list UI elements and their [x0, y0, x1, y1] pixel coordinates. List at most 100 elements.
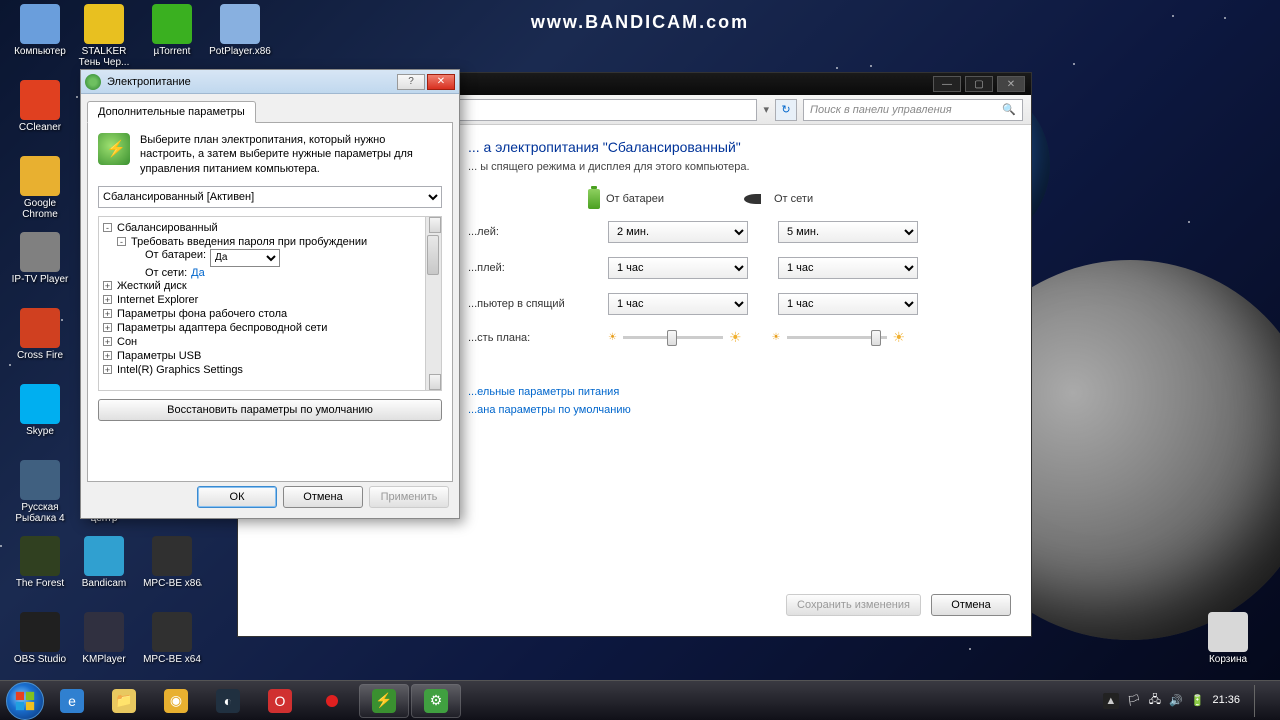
desktop-icon-mpc-be-x86[interactable]: MPC-BE x86 [140, 536, 204, 589]
desktop-icon-google-chrome[interactable]: Google Chrome [8, 156, 72, 220]
app-icon [152, 4, 192, 44]
action-center-icon[interactable]: 🏳 [1127, 694, 1141, 707]
app-icon [84, 4, 124, 44]
app-icon [20, 536, 60, 576]
brightness-label: ...сть плана: [468, 332, 598, 344]
desktop-icon-ccleaner[interactable]: CCleaner [8, 80, 72, 133]
desktop-icon-potplayer-x86[interactable]: PotPlayer.x86 [208, 4, 272, 57]
expand-toggle[interactable]: + [103, 365, 112, 374]
clock[interactable]: 21:36 [1212, 694, 1240, 707]
ok-button[interactable]: ОК [197, 486, 277, 508]
close-button[interactable]: ✕ [997, 76, 1025, 92]
tree-item[interactable]: +Жесткий диск [103, 279, 437, 293]
apply-button[interactable]: Применить [369, 486, 449, 508]
taskbar-item-ie[interactable]: e [48, 685, 96, 717]
taskbar-item-explorer[interactable]: 📁 [100, 685, 148, 717]
desktop-icon-mpc-be-x64[interactable]: MPC-BE x64 [140, 612, 204, 665]
tree-item[interactable]: +Параметры адаптера беспроводной сети [103, 321, 437, 335]
taskbar: e📁 ◉ ◐ O ⚡⚙ ▲ 🏳 🖧 🔊 🔋 21:36 [0, 680, 1280, 720]
tree-item[interactable]: -Требовать введения пароля при пробужден… [103, 235, 437, 249]
restore-defaults-button[interactable]: Восстановить параметры по умолчанию [98, 399, 442, 421]
battery-timeout-select[interactable]: 1 час [608, 257, 748, 279]
help-button[interactable]: ? [397, 74, 425, 90]
desktop-icon-русская-рыбалка-4[interactable]: Русская Рыбалка 4 [8, 460, 72, 524]
link-advanced-params[interactable]: ...ельные параметры питания [468, 386, 1011, 398]
taskbar-item-power[interactable]: ⚡ [360, 685, 408, 717]
expand-toggle[interactable]: + [103, 337, 112, 346]
app-icon: O [268, 689, 292, 713]
tree-item[interactable]: -Сбалансированный [103, 221, 437, 235]
tab-advanced-params[interactable]: Дополнительные параметры [87, 101, 256, 123]
desktop-icon-корзина[interactable]: Корзина [1196, 612, 1260, 665]
tree-value-select[interactable]: Да [210, 249, 280, 267]
desktop-icon-kmplayer[interactable]: KMPlayer [72, 612, 136, 665]
expand-toggle[interactable]: - [103, 223, 112, 232]
network-icon[interactable]: 🖧 [1149, 691, 1161, 710]
desktop-icon-bandicam[interactable]: Bandicam [72, 536, 136, 589]
taskbar-item-chrome[interactable]: ◉ [152, 685, 200, 717]
tree-item[interactable]: +Intel(R) Graphics Settings [103, 363, 437, 377]
cancel-button[interactable]: Отмена [931, 594, 1011, 616]
tree-item[interactable]: +Сон [103, 335, 437, 349]
expand-toggle[interactable]: + [103, 351, 112, 360]
taskbar-item-steam[interactable]: ◐ [204, 685, 252, 717]
expand-toggle[interactable]: - [117, 237, 126, 246]
expand-toggle[interactable]: + [103, 281, 112, 290]
brightness-slider-battery[interactable]: ☀ ☀ [608, 329, 742, 346]
power-plan-select[interactable]: Сбалансированный [Активен] [98, 186, 442, 208]
app-icon [20, 4, 60, 44]
dlg-title: Электропитание [107, 76, 391, 88]
desktop-icon-stalker-тень-чер-[interactable]: STALKER Тень Чер... [72, 4, 136, 68]
brightness-slider-ac[interactable]: ☀ ☀ [772, 329, 906, 346]
app-icon [20, 384, 60, 424]
dlg-titlebar[interactable]: Электропитание ? ✕ [81, 70, 459, 94]
desktop-icon-skype[interactable]: Skype [8, 384, 72, 437]
tree-item[interactable]: +Internet Explorer [103, 293, 437, 307]
settings-tree[interactable]: -Сбалансированный-Требовать введения пар… [98, 216, 442, 391]
refresh-button[interactable]: ↻ [775, 99, 797, 121]
start-button[interactable] [6, 682, 44, 720]
app-icon [220, 4, 260, 44]
app-icon [20, 308, 60, 348]
battery-icon [588, 189, 600, 209]
app-icon [20, 80, 60, 120]
desktop-icon--torrent[interactable]: µTorrent [140, 4, 204, 57]
taskbar-item-options[interactable]: ⚙ [412, 685, 460, 717]
sun-small-icon: ☀ [772, 332, 781, 343]
search-input[interactable]: Поиск в панели управления 🔍 [803, 99, 1023, 121]
system-tray[interactable]: ▲ 🏳 🖧 🔊 🔋 21:36 [1095, 685, 1274, 717]
expand-toggle[interactable]: + [103, 295, 112, 304]
tree-value-link[interactable]: Да [191, 267, 205, 279]
expand-toggle[interactable]: + [103, 309, 112, 318]
volume-icon[interactable]: 🔊 [1169, 694, 1183, 707]
ac-timeout-select[interactable]: 1 час [778, 293, 918, 315]
app-icon [84, 612, 124, 652]
cancel-button[interactable]: Отмена [283, 486, 363, 508]
show-desktop-button[interactable] [1254, 685, 1266, 717]
battery-timeout-select[interactable]: 1 час [608, 293, 748, 315]
battery-tray-icon[interactable]: 🔋 [1191, 694, 1205, 707]
desktop-icon-the-forest[interactable]: The Forest [8, 536, 72, 589]
desktop-icon-компьютер[interactable]: Компьютер [8, 4, 72, 57]
scrollbar[interactable] [425, 217, 441, 390]
taskbar-item-bandicam[interactable] [308, 685, 356, 717]
power-icon [85, 74, 101, 90]
maximize-button[interactable]: ▢ [965, 76, 993, 92]
ac-timeout-select[interactable]: 5 мин. [778, 221, 918, 243]
tree-item[interactable]: +Параметры USB [103, 349, 437, 363]
desktop-icon-obs-studio[interactable]: OBS Studio [8, 612, 72, 665]
minimize-button[interactable]: — [933, 76, 961, 92]
tree-item[interactable]: +Параметры фона рабочего стола [103, 307, 437, 321]
taskbar-item-opera[interactable]: O [256, 685, 304, 717]
link-restore-defaults[interactable]: ...ана параметры по умолчанию [468, 404, 1011, 416]
save-button[interactable]: Сохранить изменения [786, 594, 921, 616]
battery-timeout-select[interactable]: 2 мин. [608, 221, 748, 243]
ac-timeout-select[interactable]: 1 час [778, 257, 918, 279]
close-button[interactable]: ✕ [427, 74, 455, 90]
desktop-icon-ip-tv-player[interactable]: IP-TV Player [8, 232, 72, 285]
tray-expand-icon[interactable]: ▲ [1103, 693, 1119, 709]
app-icon: ◉ [164, 689, 188, 713]
bandicam-watermark: www.BANDICAM.com [531, 12, 749, 33]
expand-toggle[interactable]: + [103, 323, 112, 332]
desktop-icon-cross-fire[interactable]: Cross Fire [8, 308, 72, 361]
